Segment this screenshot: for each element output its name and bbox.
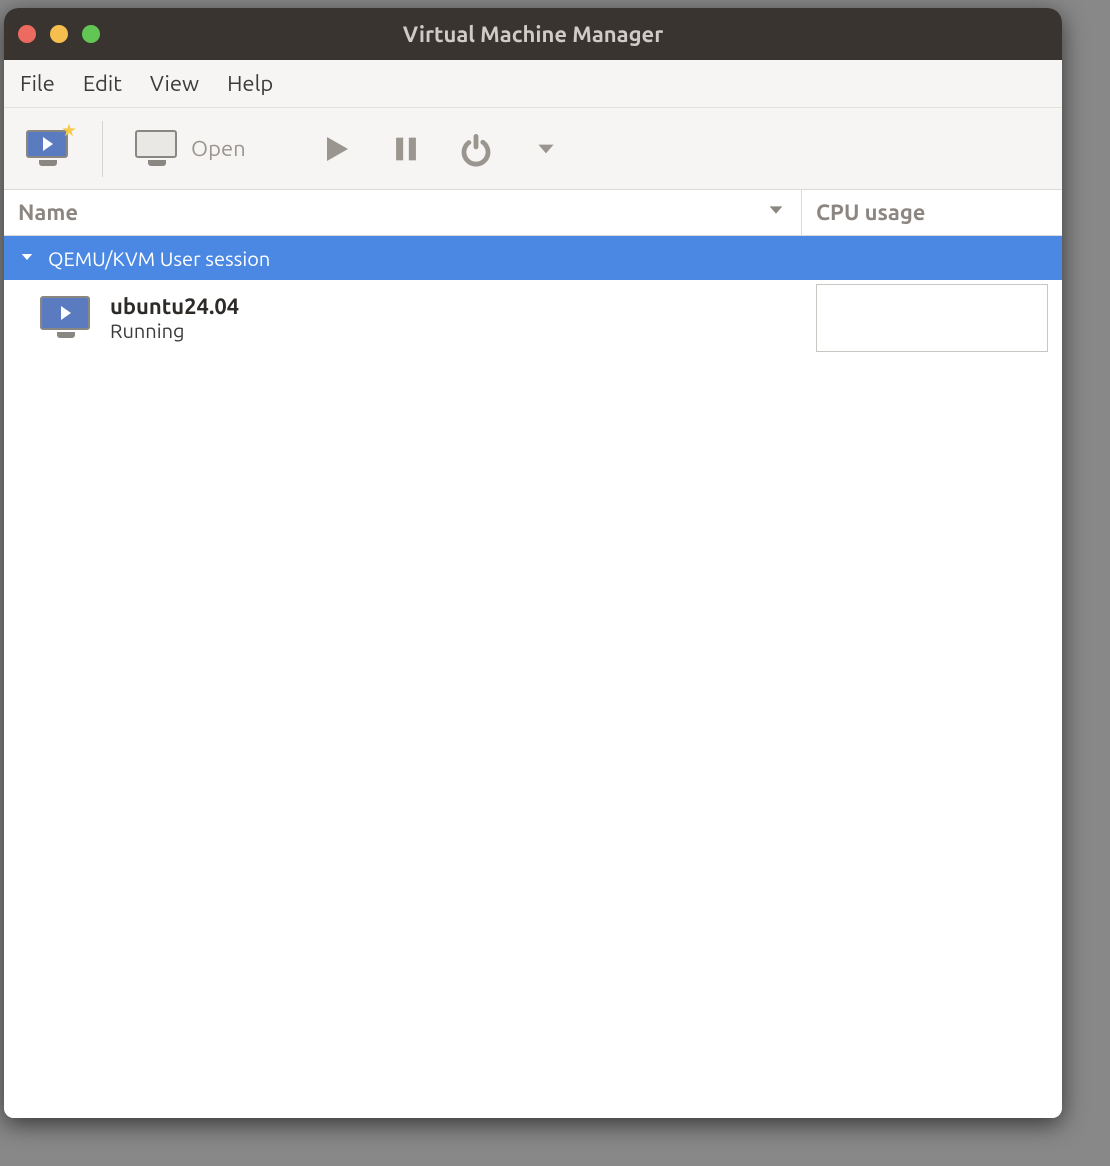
titlebar[interactable]: Virtual Machine Manager	[4, 8, 1062, 60]
vm-icon	[40, 296, 92, 340]
cpu-usage-graph	[816, 284, 1048, 352]
pause-button[interactable]	[376, 119, 436, 179]
connection-label: QEMU/KVM User session	[48, 247, 270, 270]
run-button[interactable]	[306, 119, 366, 179]
traffic-lights	[18, 25, 100, 43]
menubar: File Edit View Help	[4, 60, 1062, 108]
menu-file[interactable]: File	[20, 71, 55, 96]
expand-icon	[18, 247, 36, 270]
sort-indicator-icon	[765, 199, 787, 226]
menu-view[interactable]: View	[150, 71, 199, 96]
vm-state: Running	[110, 319, 239, 342]
connection-row[interactable]: QEMU/KVM User session	[4, 236, 1062, 280]
column-cpu-label: CPU usage	[816, 200, 925, 225]
vm-row[interactable]: ubuntu24.04 Running	[4, 280, 1062, 356]
vm-list: QEMU/KVM User session ubuntu24.04 Runnin…	[4, 236, 1062, 1118]
new-vm-button[interactable]	[16, 119, 80, 179]
window-title: Virtual Machine Manager	[4, 22, 1062, 47]
toolbar-separator	[102, 121, 103, 177]
window-close-button[interactable]	[18, 25, 36, 43]
pause-icon	[389, 132, 423, 166]
window-maximize-button[interactable]	[82, 25, 100, 43]
power-button[interactable]	[446, 119, 506, 179]
column-headers: Name CPU usage	[4, 190, 1062, 236]
new-vm-icon	[26, 130, 70, 168]
power-menu-button[interactable]	[516, 119, 576, 179]
open-label: Open	[191, 136, 246, 161]
open-button[interactable]: Open	[125, 119, 256, 179]
chevron-down-icon	[533, 136, 559, 162]
column-name[interactable]: Name	[4, 190, 802, 235]
app-window: Virtual Machine Manager File Edit View H…	[4, 8, 1062, 1118]
menu-edit[interactable]: Edit	[83, 71, 122, 96]
play-icon	[318, 131, 354, 167]
menu-help[interactable]: Help	[227, 71, 273, 96]
vm-name: ubuntu24.04	[110, 294, 239, 319]
monitor-icon	[135, 130, 179, 168]
column-name-label: Name	[18, 200, 78, 225]
column-cpu[interactable]: CPU usage	[802, 190, 1062, 235]
window-minimize-button[interactable]	[50, 25, 68, 43]
power-icon	[458, 131, 494, 167]
toolbar: Open	[4, 108, 1062, 190]
